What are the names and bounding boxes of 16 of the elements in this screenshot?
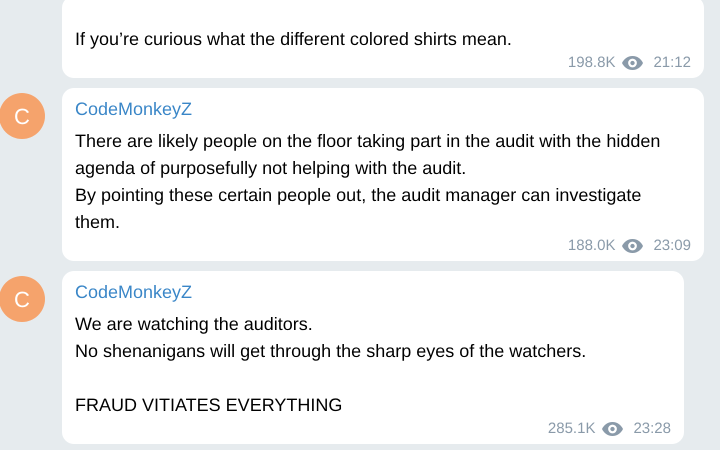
view-count: 198.8K: [568, 53, 616, 73]
message-time: 23:09: [653, 236, 691, 256]
author-name[interactable]: CodeMonkeyZ: [75, 96, 691, 122]
view-count: 188.0K: [568, 236, 616, 256]
avatar[interactable]: C: [0, 276, 45, 322]
message-text: There are likely people on the floor taking part in the audit with the hidden agenda of purposefully not helping with the audit. By pointing these certain people out, the audit manager can investigate them.: [75, 130, 662, 234]
avatar[interactable]: C: [0, 93, 45, 139]
eye-icon: [602, 422, 624, 436]
eye-icon: [622, 239, 644, 253]
message-text: We are watching the auditors. No shenanigans will get through the sharp eyes of the watchers. FRAUD VITIATES EVERYTHING: [75, 313, 586, 417]
author-name[interactable]: CodeMonkeyZ: [75, 279, 671, 305]
message-time: 21:12: [653, 53, 691, 73]
view-count: 285.1K: [548, 419, 596, 439]
message-text: If you’re curious what the different colored shirts mean.: [75, 28, 512, 51]
eye-icon: [622, 56, 644, 70]
message-time: 23:28: [633, 419, 671, 439]
